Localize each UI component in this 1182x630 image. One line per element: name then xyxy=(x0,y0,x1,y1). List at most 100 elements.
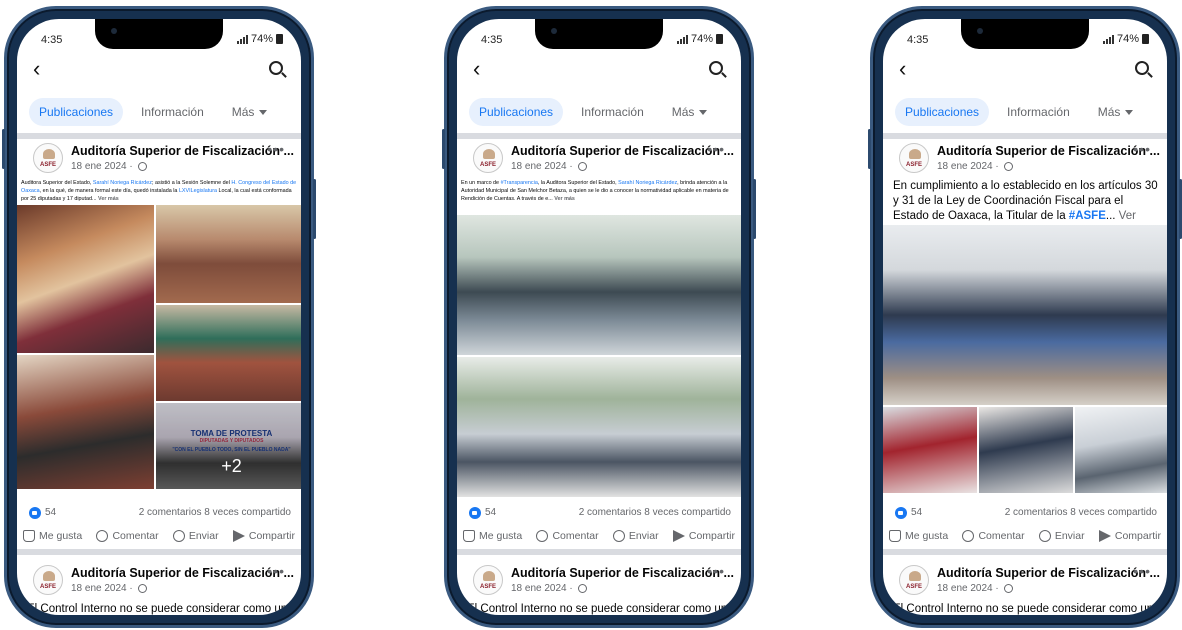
share-icon xyxy=(232,530,245,542)
tab-informacion[interactable]: Información xyxy=(131,98,214,126)
like-button[interactable]: Me gusta xyxy=(23,527,82,545)
page-avatar[interactable]: ASFE xyxy=(33,143,63,173)
tab-informacion[interactable]: Información xyxy=(571,98,654,126)
back-arrow-icon[interactable]: ‹ xyxy=(899,58,906,80)
see-more-link[interactable]: Ver más xyxy=(98,196,119,202)
send-button[interactable]: Enviar xyxy=(172,527,219,545)
post-date: 18 ene 2024 · xyxy=(71,161,147,172)
status-time: 4:35 xyxy=(907,34,929,46)
send-label: Enviar xyxy=(188,530,219,542)
photo-group[interactable] xyxy=(457,215,741,355)
more-options-icon[interactable]: ••• xyxy=(1133,141,1151,157)
notch xyxy=(535,19,663,49)
see-more-link[interactable]: Ver más xyxy=(554,196,575,202)
search-icon[interactable] xyxy=(269,61,283,75)
comment-button[interactable]: Comentar xyxy=(536,527,599,545)
battery-level: 74% xyxy=(1116,33,1139,45)
page-tabs: Publicaciones Información Más xyxy=(895,97,1155,127)
page-avatar[interactable]: ASFE xyxy=(33,565,63,595)
share-button[interactable]: Compartir xyxy=(232,527,295,545)
screen: 4:35 74% ‹ Publicaciones Información Más… xyxy=(883,19,1167,615)
send-button[interactable]: Enviar xyxy=(1038,527,1085,545)
page-avatar[interactable]: ASFE xyxy=(473,143,503,173)
page-name[interactable]: Auditoría Superior de Fiscalización ... xyxy=(937,144,1160,158)
globe-icon xyxy=(1003,583,1013,593)
like-count[interactable]: 54 xyxy=(45,507,56,518)
post-teaser: El Control Interno no se puede considera… xyxy=(27,603,288,615)
tab-publicaciones[interactable]: Publicaciones xyxy=(469,98,564,126)
like-count[interactable]: 54 xyxy=(911,507,922,518)
like-button[interactable]: Me gusta xyxy=(889,527,948,545)
comments-shares[interactable]: 2 comentarios 8 veces compartido xyxy=(139,507,291,518)
page-name[interactable]: Auditoría Superior de Fiscalización ... xyxy=(937,566,1160,580)
photo-dance[interactable] xyxy=(17,205,154,353)
post-stats: 54 2 comentarios 8 veces compartido xyxy=(29,505,291,521)
caption-link[interactable]: Sarahí Noriega Ricárdez xyxy=(618,180,677,186)
tab-mas[interactable]: Más xyxy=(662,98,718,126)
more-options-icon[interactable]: ••• xyxy=(707,563,725,579)
more-options-icon[interactable]: ••• xyxy=(267,141,285,157)
search-icon[interactable] xyxy=(709,61,723,75)
page-name[interactable]: Auditoría Superior de Fiscalización ... xyxy=(71,566,294,580)
comments-shares[interactable]: 2 comentarios 8 veces compartido xyxy=(579,507,731,518)
like-badge-icon xyxy=(469,507,481,519)
page-tabs: Publicaciones Información Más xyxy=(29,97,289,127)
comment-button[interactable]: Comentar xyxy=(962,527,1025,545)
photo-banner[interactable]: TOMA DE PROTESTA DIPUTADAS Y DIPUTADOS "… xyxy=(156,403,301,489)
tab-mas[interactable]: Más xyxy=(222,98,278,126)
globe-icon xyxy=(137,161,147,171)
photo-meeting-room[interactable] xyxy=(1075,407,1167,493)
more-photos-overlay[interactable]: +2 xyxy=(156,403,301,489)
caption-link[interactable]: #ASFE xyxy=(1069,210,1106,222)
caption-link[interactable]: LXVILegislatura xyxy=(179,188,217,194)
battery-level: 74% xyxy=(250,33,273,45)
tab-informacion[interactable]: Información xyxy=(997,98,1080,126)
post-date: 18 ene 2024 · xyxy=(511,161,587,172)
photo-desk-2[interactable] xyxy=(979,407,1073,493)
like-button[interactable]: Me gusta xyxy=(463,527,522,545)
photo-chamber-overview[interactable] xyxy=(156,305,301,401)
comment-label: Comentar xyxy=(978,530,1025,542)
send-button[interactable]: Enviar xyxy=(612,527,659,545)
comment-button[interactable]: Comentar xyxy=(96,527,159,545)
post-date: 18 ene 2024 · xyxy=(937,583,1013,594)
caption-link[interactable]: Sarahí Noriega Ricárdez xyxy=(93,180,152,186)
thumb-up-icon xyxy=(463,530,475,542)
caret-down-icon xyxy=(699,110,708,116)
photo-audience[interactable] xyxy=(17,355,154,489)
post-stats: 54 2 comentarios 8 veces compartido xyxy=(895,505,1157,521)
status-time: 4:35 xyxy=(41,34,63,46)
page-name[interactable]: Auditoría Superior de Fiscalización ... xyxy=(511,566,734,580)
photo-officials[interactable] xyxy=(883,225,1167,405)
tab-mas[interactable]: Más xyxy=(1088,98,1144,126)
post-teaser: El Control Interno no se puede considera… xyxy=(467,603,728,615)
tab-publicaciones[interactable]: Publicaciones xyxy=(29,98,124,126)
back-arrow-icon[interactable]: ‹ xyxy=(473,58,480,80)
more-options-icon[interactable]: ••• xyxy=(267,563,285,579)
page-name[interactable]: Auditoría Superior de Fiscalización ... xyxy=(511,144,734,158)
more-photos-count: +2 xyxy=(221,455,242,476)
photo-chamber-crowd[interactable] xyxy=(156,205,301,303)
post-header: ASFE Auditoría Superior de Fiscalización… xyxy=(33,141,294,177)
back-arrow-icon[interactable]: ‹ xyxy=(33,58,40,80)
photo-desk-1[interactable] xyxy=(883,407,977,493)
tab-mas-label: Más xyxy=(1097,105,1121,119)
comments-shares[interactable]: 2 comentarios 8 veces compartido xyxy=(1005,507,1157,518)
page-avatar[interactable]: ASFE xyxy=(899,565,929,595)
post-date-text: 18 ene 2024 · xyxy=(511,161,573,172)
share-button[interactable]: Compartir xyxy=(1098,527,1161,545)
page-avatar[interactable]: ASFE xyxy=(473,565,503,595)
search-icon[interactable] xyxy=(1135,61,1149,75)
more-options-icon[interactable]: ••• xyxy=(707,141,725,157)
tab-publicaciones[interactable]: Publicaciones xyxy=(895,98,990,126)
like-count[interactable]: 54 xyxy=(485,507,496,518)
screen: 4:35 74% ‹ Publicaciones Información Más… xyxy=(457,19,741,615)
caption-link[interactable]: #Transparencia xyxy=(501,180,538,186)
post-stats: 54 2 comentarios 8 veces compartido xyxy=(469,505,731,521)
divider xyxy=(457,133,741,139)
photo-meeting[interactable] xyxy=(457,357,741,497)
share-button[interactable]: Compartir xyxy=(672,527,735,545)
more-options-icon[interactable]: ••• xyxy=(1133,563,1151,579)
page-avatar[interactable]: ASFE xyxy=(899,143,929,173)
page-name[interactable]: Auditoría Superior de Fiscalización ... xyxy=(71,144,294,158)
